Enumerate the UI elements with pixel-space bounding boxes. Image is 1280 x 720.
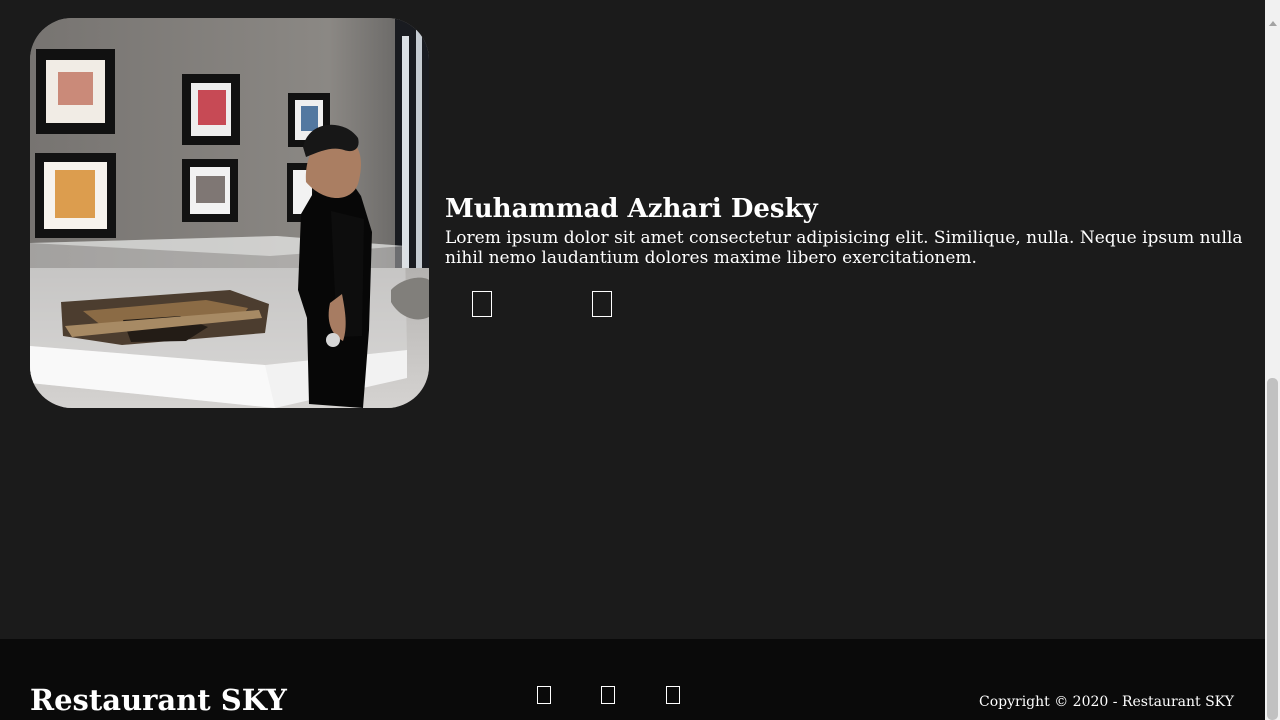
footer-copyright: Copyright © 2020 - Restaurant SKY <box>979 694 1234 710</box>
scroll-up-icon[interactable] <box>1269 21 1277 26</box>
scrollbar-thumb[interactable] <box>1267 378 1278 720</box>
page: Muhammad Azhari Desky Lorem ipsum dolor … <box>0 0 1280 720</box>
vertical-scrollbar[interactable] <box>1265 0 1280 720</box>
social-icon[interactable] <box>666 686 680 704</box>
social-icon[interactable] <box>601 686 615 704</box>
profile-section: Muhammad Azhari Desky Lorem ipsum dolor … <box>0 0 1265 639</box>
profile-name: Muhammad Azhari Desky <box>445 193 818 224</box>
social-icon[interactable] <box>472 291 492 317</box>
profile-photo-illustration <box>30 18 429 408</box>
social-icon[interactable] <box>537 686 551 704</box>
profile-bio: Lorem ipsum dolor sit amet consectetur a… <box>445 228 1243 268</box>
social-icon[interactable] <box>592 291 612 317</box>
footer-brand: Restaurant SKY <box>30 683 287 717</box>
profile-photo <box>30 18 429 408</box>
